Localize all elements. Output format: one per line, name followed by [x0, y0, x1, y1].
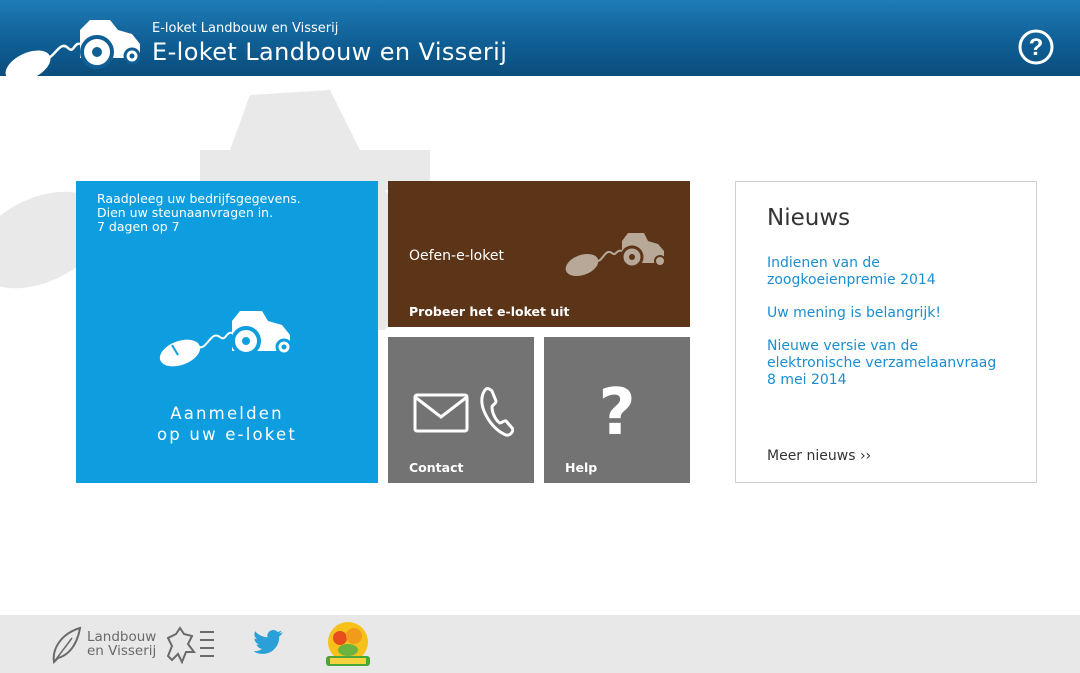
practice-tile-title: Oefen-e-loket — [409, 248, 504, 264]
login-tile[interactable]: Raadpleeg uw bedrijfsgegevens. Dien uw s… — [76, 181, 378, 483]
news-title: Nieuws — [767, 205, 851, 231]
footer-bar: Landbouw en Visserij — [0, 615, 1080, 673]
mouse-tractor-icon — [565, 233, 666, 277]
lv-line: Landbouw — [87, 629, 157, 645]
flanders-lion-icon — [166, 626, 214, 664]
news-item-line: Uw mening is belangrijk! — [767, 305, 941, 321]
phone-icon — [480, 387, 514, 437]
login-label-line: Aanmelden — [170, 404, 284, 423]
news-item-line: Indienen van de — [767, 255, 880, 271]
news-item-zoogkoeienpremie[interactable]: Indienen van de zoogkoeienpremie 2014 — [767, 255, 1017, 289]
contact-tile[interactable]: Contact — [388, 337, 534, 483]
news-item-line: elektronische verzamelaanvraag — [767, 355, 997, 371]
intro-line: Raadpleeg uw bedrijfsgegevens. — [97, 191, 301, 206]
leaf-icon — [52, 626, 82, 664]
envelope-icon — [413, 393, 469, 433]
news-panel: Nieuws Indienen van de zoogkoeienpremie … — [735, 181, 1037, 483]
news-item-line: zoogkoeienpremie 2014 — [767, 272, 936, 288]
help-tile[interactable]: ? Help — [544, 337, 690, 483]
help-circle-icon[interactable]: ? — [1017, 28, 1055, 66]
more-news-link[interactable]: Meer nieuws ›› — [767, 448, 871, 464]
twitter-icon[interactable] — [254, 629, 284, 655]
question-mark-icon: ? — [598, 376, 636, 450]
landbouw-en-visserij-text: Landbouw en Visserij — [87, 630, 156, 658]
lv-line: en Visserij — [87, 643, 157, 659]
login-tile-label: Aanmelden op uw e-loket — [76, 403, 378, 445]
header-bar: E-loket Landbouw en Visserij E-loket Lan… — [0, 0, 1080, 76]
practice-tile[interactable]: Oefen-e-loket Probeer het e-loket uit — [388, 181, 690, 327]
news-item-verzamelaanvraag[interactable]: Nieuwe versie van de elektronische verza… — [767, 338, 1017, 389]
login-tile-intro: Raadpleeg uw bedrijfsgegevens. Dien uw s… — [97, 192, 301, 234]
news-item-line: Nieuwe versie van de — [767, 338, 918, 354]
login-label-line: op uw e-loket — [157, 425, 297, 444]
intro-line: Dien uw steunaanvragen in. — [97, 205, 274, 220]
contact-tile-label: Contact — [409, 460, 464, 475]
mouse-tractor-logo-icon — [5, 20, 141, 76]
svg-text:?: ? — [1029, 34, 1044, 61]
news-item-mening[interactable]: Uw mening is belangrijk! — [767, 305, 1017, 322]
landbouw-en-visserij-logo[interactable]: Landbouw en Visserij — [50, 622, 218, 666]
help-tile-label: Help — [565, 460, 598, 475]
intro-line: 7 dagen op 7 — [97, 219, 180, 234]
header-title[interactable]: E-loket Landbouw en Visserij — [152, 38, 507, 66]
practice-tile-subtitle: Probeer het e-loket uit — [409, 304, 570, 319]
mouse-tractor-icon — [159, 311, 293, 367]
header-subtitle: E-loket Landbouw en Visserij — [152, 21, 339, 36]
tutti-frutti-logo[interactable] — [322, 618, 374, 670]
news-list: Indienen van de zoogkoeienpremie 2014 Uw… — [767, 255, 1017, 405]
news-item-line: 8 mei 2014 — [767, 372, 847, 388]
